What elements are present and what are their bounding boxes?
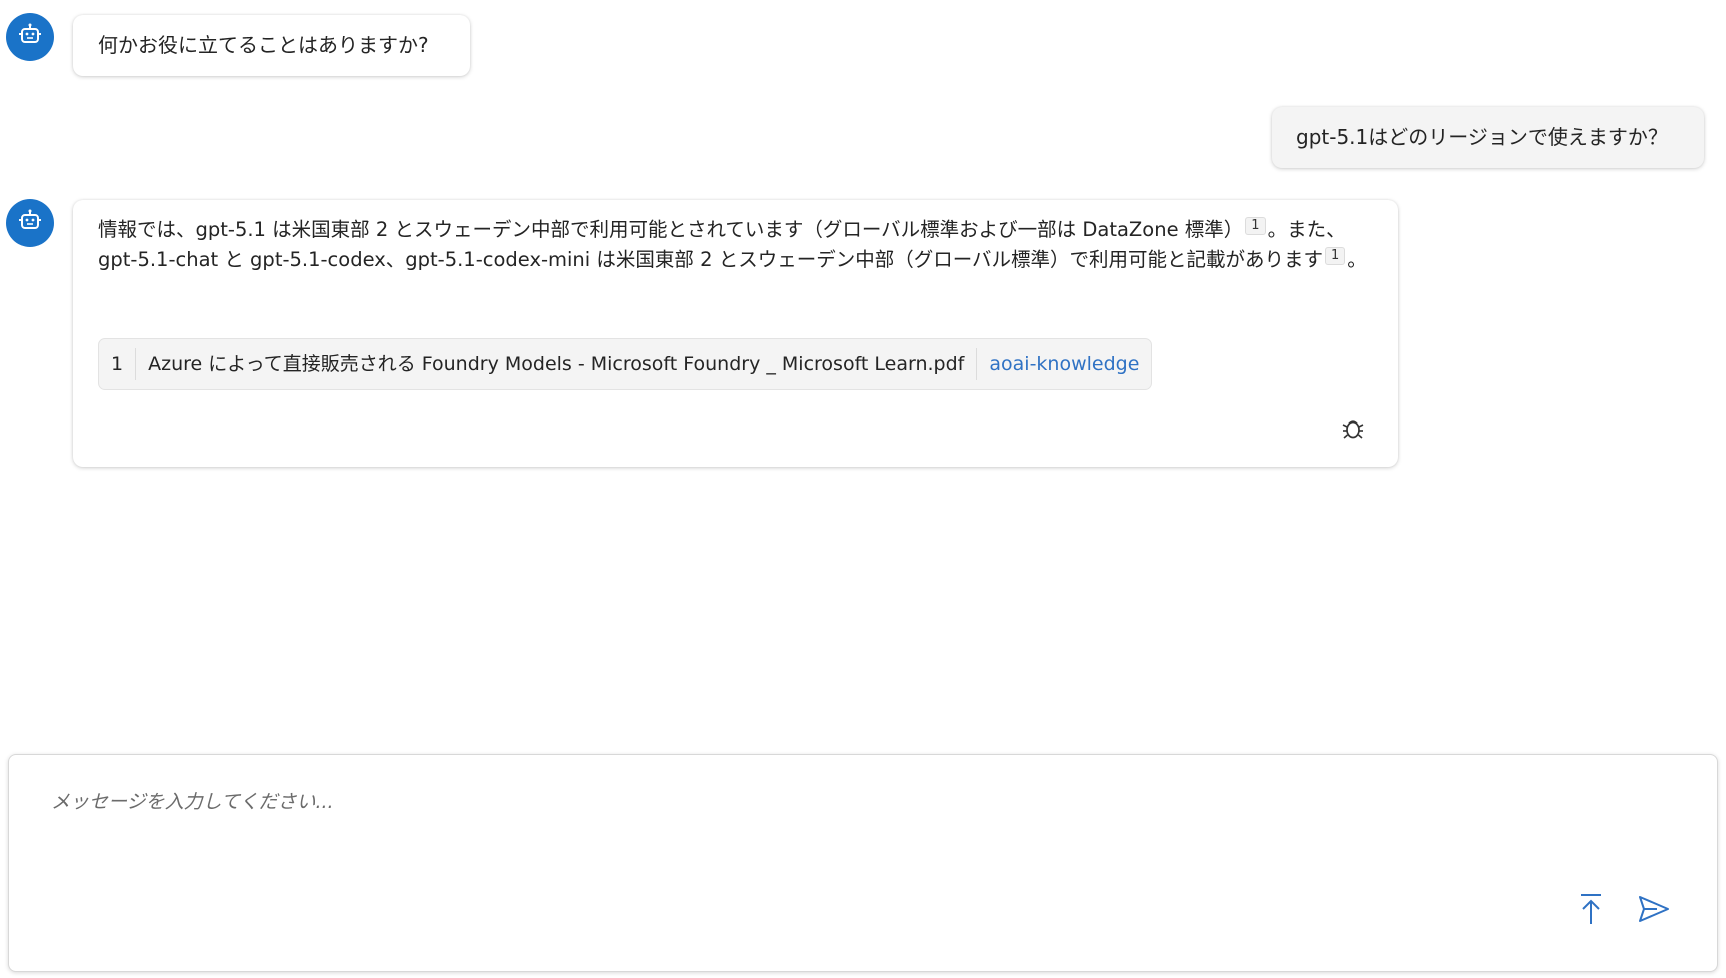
chat-window: 何かお役に立てることはありますか? gpt-5.1はどのリージョンで使えますか？… (0, 0, 1726, 978)
citation-source-link[interactable]: aoai-knowledge (977, 348, 1151, 380)
send-button[interactable] (1634, 891, 1674, 931)
message-text: 情報では、gpt-5.1 は米国東部 2 とスウェーデン中部で利用可能とされてい… (98, 215, 1373, 275)
bot-icon (17, 208, 43, 238)
message-text: 何かお役に立てることはありますか? (98, 33, 429, 57)
citation-title[interactable]: Azure によって直接販売される Foundry Models - Micro… (136, 348, 978, 380)
send-icon (1637, 894, 1671, 928)
citation-marker[interactable]: 1 (1325, 247, 1346, 265)
citation-marker[interactable]: 1 (1245, 217, 1266, 235)
arrow-up-to-top-icon (1577, 892, 1605, 930)
message-composer (8, 754, 1718, 972)
assistant-message-greeting: 何かお役に立てることはありますか? (73, 15, 470, 76)
message-text: gpt-5.1はどのリージョンで使えますか？ (1296, 125, 1668, 149)
user-message: gpt-5.1はどのリージョンで使えますか？ (1272, 107, 1704, 168)
answer-text-part3: 。 (1347, 248, 1367, 271)
citation-chip[interactable]: 1 Azure によって直接販売される Foundry Models - Mic… (98, 338, 1153, 390)
bug-icon (1340, 415, 1366, 445)
citation-number: 1 (99, 348, 137, 380)
message-input[interactable] (49, 785, 1593, 909)
assistant-avatar (6, 199, 54, 247)
answer-text-part1: 情報では、gpt-5.1 は米国東部 2 とスウェーデン中部で利用可能とされてい… (98, 218, 1244, 241)
scroll-to-top-button[interactable] (1571, 891, 1611, 931)
assistant-avatar (6, 13, 54, 61)
debug-button[interactable] (1338, 415, 1368, 445)
bot-icon (17, 22, 43, 52)
assistant-message-answer: 情報では、gpt-5.1 は米国東部 2 とスウェーデン中部で利用可能とされてい… (73, 200, 1398, 467)
